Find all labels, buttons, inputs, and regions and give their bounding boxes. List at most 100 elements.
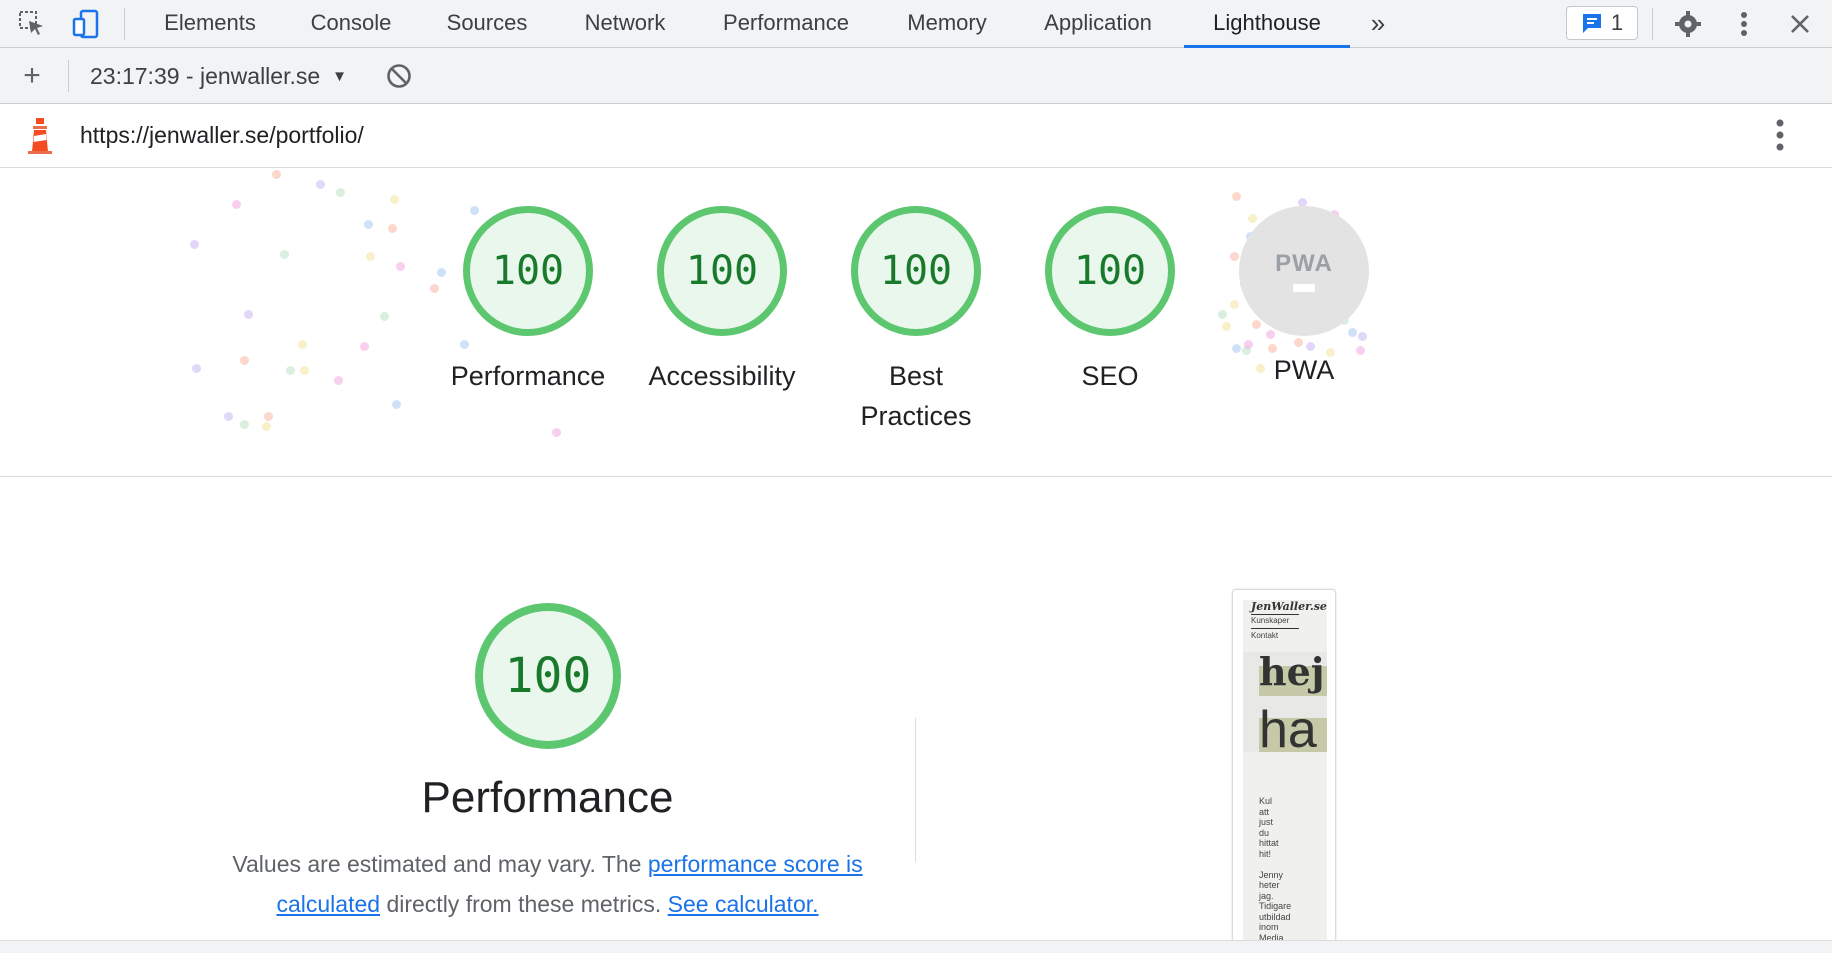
confetti-dot xyxy=(316,180,325,189)
clear-all-icon[interactable] xyxy=(381,58,417,94)
performance-score-value: 100 xyxy=(504,648,592,704)
more-options-icon[interactable] xyxy=(1726,6,1762,42)
thumb-body-line: inom xyxy=(1259,922,1279,932)
new-report-button[interactable]: + xyxy=(14,58,50,94)
confetti-dot xyxy=(244,310,253,319)
report-menu-icon[interactable] xyxy=(1776,118,1784,157)
confetti-dot xyxy=(240,420,249,429)
thumb-body-line xyxy=(1259,859,1291,870)
tab-performance[interactable]: Performance xyxy=(704,0,868,48)
thumb-body-text: Kul att just du hittat hit! Jenny heter jag. Tid… xyxy=(1259,796,1292,951)
gauge-seo[interactable]: 100 SEO xyxy=(1015,206,1205,396)
performance-title: Performance xyxy=(421,773,674,822)
confetti-dot xyxy=(224,412,233,421)
thumb-body-line: jag. xyxy=(1259,890,1274,901)
gauge-pwa[interactable]: PWA PWA xyxy=(1209,206,1399,390)
report-selector[interactable]: 23:17:39 - jenwaller.se ▼ xyxy=(90,62,347,90)
thumb-nav-item: Kunskaper xyxy=(1251,616,1290,625)
score-value: 100 xyxy=(491,248,565,294)
confetti-dot xyxy=(388,224,397,233)
confetti-dot xyxy=(300,366,309,375)
thumb-body-line: Tidigare xyxy=(1259,901,1292,911)
gauge-best-practices[interactable]: 100 Best Practices xyxy=(821,206,1011,436)
gauge-label: PWA xyxy=(1273,355,1335,385)
final-screenshot-thumbnail[interactable]: JenWaller.se Kunskaper Kontakt hej ha Ku… xyxy=(1232,589,1336,952)
score-value: 100 xyxy=(1073,248,1147,294)
score-value: 100 xyxy=(879,248,953,294)
toolbar-divider xyxy=(68,60,69,92)
gauge-accessibility[interactable]: 100 Accessibility xyxy=(627,206,817,396)
score-ring: 100 xyxy=(1045,206,1175,336)
thumb-headline: ha xyxy=(1259,701,1317,759)
thumb-rule xyxy=(1251,628,1299,629)
pwa-badge-icon: PWA xyxy=(1239,206,1369,336)
confetti-dot xyxy=(392,400,401,409)
confetti-dot xyxy=(298,340,307,349)
site-logo: JenWaller.se xyxy=(1251,600,1327,613)
toolbar-divider xyxy=(1652,8,1653,40)
report-url[interactable]: https://jenwaller.se/portfolio/ xyxy=(80,122,364,149)
score-gauges: 100 Performance 100 Accessibility 100 Be… xyxy=(0,168,1832,477)
thumb-body-line: du xyxy=(1259,827,1270,838)
thumb-body-line: just xyxy=(1259,817,1274,827)
thumb-body-line: hittat xyxy=(1259,838,1279,848)
confetti-dot xyxy=(552,428,561,437)
settings-gear-icon[interactable] xyxy=(1670,6,1706,42)
tab-sources[interactable]: Sources xyxy=(430,0,544,48)
inspect-element-icon[interactable] xyxy=(14,6,50,42)
confetti-dot xyxy=(286,366,295,375)
confetti-dot xyxy=(366,252,375,261)
confetti-dot xyxy=(334,376,343,385)
gauge-label: Best Practices xyxy=(860,361,972,431)
close-icon[interactable] xyxy=(1782,6,1818,42)
chevron-down-icon: ▼ xyxy=(332,67,348,85)
performance-description: Values are estimated and may vary. The p… xyxy=(220,844,875,924)
message-icon xyxy=(1582,14,1601,33)
thumb-rule xyxy=(1251,614,1299,615)
report-selector-label: 23:17:39 - jenwaller.se xyxy=(90,62,321,89)
tab-application[interactable]: Application xyxy=(1026,0,1170,48)
device-toolbar-icon[interactable] xyxy=(68,6,104,42)
toolbar-divider xyxy=(124,8,125,40)
devtools-tabbar: Elements Console Sources Network Perform… xyxy=(0,0,1832,48)
confetti-dot xyxy=(272,170,281,179)
section-divider xyxy=(915,718,916,862)
thumb-body-line: Kul xyxy=(1259,796,1273,806)
tab-lighthouse[interactable]: Lighthouse xyxy=(1184,0,1350,48)
score-ring: 100 xyxy=(851,206,981,336)
confetti-dot xyxy=(264,412,273,421)
lighthouse-logo-icon xyxy=(26,116,54,161)
confetti-dot xyxy=(280,250,289,259)
performance-score-gauge: 100 xyxy=(475,603,621,749)
gauge-label: Accessibility xyxy=(648,361,796,391)
more-tabs-button[interactable]: » xyxy=(1360,0,1396,48)
pwa-badge-mark xyxy=(1293,284,1315,292)
confetti-dot xyxy=(262,422,271,431)
confetti-dot xyxy=(396,262,405,271)
confetti-dot xyxy=(336,188,345,197)
confetti-dot xyxy=(390,195,399,204)
bottom-scrollbar[interactable] xyxy=(0,940,1832,953)
thumb-body-line: att xyxy=(1259,806,1270,817)
gauge-label: Performance xyxy=(450,361,606,391)
tab-console[interactable]: Console xyxy=(292,0,410,48)
score-value: 100 xyxy=(685,248,759,294)
confetti-dot xyxy=(360,342,369,351)
description-text: directly from these metrics. xyxy=(380,891,668,917)
confetti-dot xyxy=(232,200,241,209)
score-ring: 100 xyxy=(657,206,787,336)
gauge-label: SEO xyxy=(1081,361,1139,391)
description-text: Values are estimated and may vary. The xyxy=(232,851,648,877)
tab-elements[interactable]: Elements xyxy=(148,0,272,48)
issues-count: 1 xyxy=(1610,10,1624,35)
pwa-badge-text: PWA xyxy=(1275,250,1333,277)
see-calculator-link[interactable]: See calculator. xyxy=(668,891,819,917)
tab-network[interactable]: Network xyxy=(566,0,684,48)
confetti-dot xyxy=(240,356,249,365)
issues-button[interactable]: 1 xyxy=(1566,6,1638,40)
confetti-dot xyxy=(192,364,201,373)
report-url-bar: https://jenwaller.se/portfolio/ xyxy=(0,104,1832,168)
gauge-performance[interactable]: 100 Performance xyxy=(433,206,623,396)
thumb-body-line: Jenny xyxy=(1259,869,1284,880)
tab-memory[interactable]: Memory xyxy=(888,0,1006,48)
